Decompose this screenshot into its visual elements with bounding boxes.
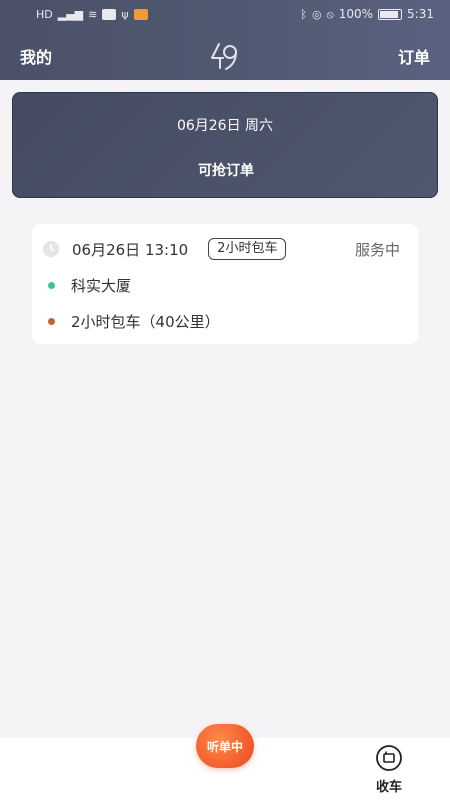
order-detail: 2小时包车（40公里）: [71, 312, 220, 331]
orders-link[interactable]: 订单: [398, 44, 430, 68]
status-right-icons: ᛒ ◎ ⦸ 100% 5:31: [300, 7, 434, 21]
sim-hd-icon: HD: [36, 7, 53, 21]
order-header-row: 06月26日 13:10 2小时包车 服务中: [42, 236, 400, 262]
wifi-icon: ≋: [88, 7, 98, 21]
order-card[interactable]: 06月26日 13:10 2小时包车 服务中 科实大厦 2小时包车（40公里）: [32, 224, 418, 344]
grab-orders-button[interactable]: 可抢订单: [163, 159, 289, 183]
clock-icon: [43, 241, 59, 257]
my-profile-link[interactable]: 我的: [20, 44, 52, 68]
order-location: 科实大厦: [71, 276, 132, 295]
park-car-button[interactable]: 收车: [368, 744, 410, 795]
detail-dot-icon: [48, 317, 55, 325]
park-car-label: 收车: [375, 780, 402, 795]
battery-percent: 100%: [338, 7, 374, 21]
media-icon: [133, 8, 148, 20]
battery-icon: [378, 8, 403, 20]
app-notify-icon: [102, 8, 117, 20]
bluetooth-icon: ᛒ: [300, 7, 307, 21]
order-status: 服务中: [354, 240, 400, 259]
listening-button[interactable]: 听单中: [196, 724, 254, 768]
status-left-icons: HD ▂▄▆ ≋ ψ: [36, 7, 148, 21]
usb-icon: ψ: [121, 7, 129, 21]
order-detail-row: 2小时包车（40公里）: [48, 310, 220, 332]
status-bar: HD ▂▄▆ ≋ ψ ᛒ ◎ ⦸ 100% 5:31: [0, 0, 450, 28]
date-card: 06月26日 周六 可抢订单: [12, 92, 438, 198]
signal-icon: ▂▄▆: [57, 7, 84, 21]
mute-icon: ⦸: [326, 7, 334, 21]
location-dot-icon: [48, 281, 55, 289]
current-date: 06月26日 周六: [176, 118, 274, 134]
status-time: 5:31: [407, 7, 434, 21]
order-time: 06月26日 13:10: [72, 240, 189, 259]
order-location-row: 科实大厦: [48, 274, 131, 296]
order-type-badge: 2小时包车: [208, 238, 287, 260]
location-icon: ◎: [311, 7, 322, 21]
brand-logo-icon: [211, 43, 237, 70]
park-car-icon: [376, 745, 402, 771]
